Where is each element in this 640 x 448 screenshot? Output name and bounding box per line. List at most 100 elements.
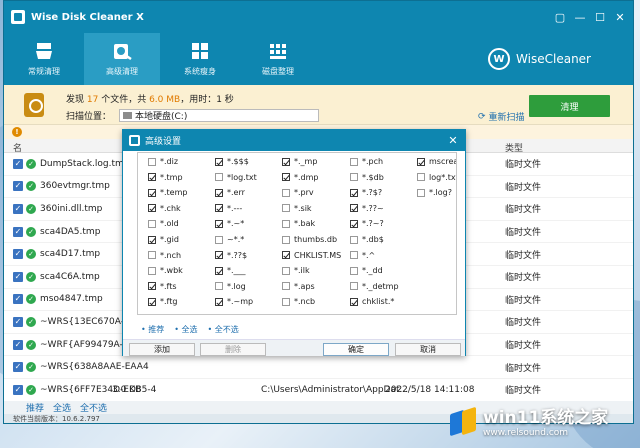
extension-option[interactable]: *.bak <box>282 219 315 228</box>
extension-option[interactable]: *.gid <box>148 235 179 244</box>
extension-checkbox[interactable] <box>282 266 290 275</box>
extension-checkbox[interactable] <box>148 188 156 197</box>
row-checkbox[interactable]: ✓ <box>13 384 23 395</box>
dialog-recommend-link[interactable]: 推荐 <box>141 324 164 335</box>
extension-checkbox[interactable] <box>148 157 156 166</box>
extension-option[interactable]: *.log? <box>417 188 452 197</box>
extension-option[interactable]: *.err <box>215 188 245 197</box>
extension-option[interactable]: *.dmp <box>282 173 319 182</box>
dialog-select-all-link[interactable]: 全选 <box>174 324 198 335</box>
close-icon[interactable]: ✕ <box>613 11 627 24</box>
extension-checkbox[interactable] <box>417 173 425 182</box>
scan-location-select[interactable]: 本地硬盘(C:) <box>119 109 320 122</box>
extension-checkbox[interactable] <box>350 173 358 182</box>
feedback-icon[interactable]: ▢ <box>553 11 567 24</box>
table-row[interactable]: ✓ ✓ ~WRS{638A8AAE-EAA4 临时文件 <box>4 356 633 379</box>
extension-option[interactable]: *.^ <box>350 251 375 260</box>
extension-checkbox[interactable] <box>148 235 156 244</box>
extension-checkbox[interactable] <box>417 157 425 166</box>
extension-checkbox[interactable] <box>148 266 156 275</box>
nav-advanced-clean[interactable]: 高级清理 <box>84 33 160 85</box>
row-checkbox[interactable]: ✓ <box>13 339 23 350</box>
extension-checkbox[interactable] <box>215 282 223 291</box>
row-checkbox[interactable]: ✓ <box>13 226 23 237</box>
extension-option[interactable]: *.prv <box>282 188 314 197</box>
extension-checkbox[interactable] <box>282 282 290 291</box>
extension-checkbox[interactable] <box>215 204 223 213</box>
extension-option[interactable]: *.db$ <box>350 235 384 244</box>
extension-checkbox[interactable] <box>282 157 290 166</box>
extension-option[interactable]: log*.txt <box>417 173 456 182</box>
extension-option[interactable]: thumbs.db <box>282 235 337 244</box>
extension-checkbox[interactable] <box>350 219 358 228</box>
nav-common-clean[interactable]: 常规清理 <box>6 33 82 85</box>
extension-checkbox[interactable] <box>148 204 156 213</box>
nav-system-slim[interactable]: 系统瘦身 <box>162 33 238 85</box>
extension-option[interactable]: *.diz <box>148 157 178 166</box>
extension-option[interactable]: *.~mp <box>215 297 253 306</box>
extension-checkbox[interactable] <box>282 235 290 244</box>
row-checkbox[interactable]: ✓ <box>13 316 23 327</box>
extension-checkbox[interactable] <box>215 297 223 306</box>
extension-checkbox[interactable] <box>148 251 156 260</box>
extension-checkbox[interactable] <box>350 235 358 244</box>
extension-option[interactable]: *._mp <box>282 157 317 166</box>
extension-option[interactable]: *.tmp <box>148 173 183 182</box>
extension-option[interactable]: *.ilk <box>282 266 310 275</box>
extension-checkbox[interactable] <box>350 188 358 197</box>
extension-checkbox[interactable] <box>215 173 223 182</box>
extension-checkbox[interactable] <box>215 188 223 197</box>
extension-checkbox[interactable] <box>282 188 290 197</box>
extension-option[interactable]: *.ncb <box>282 297 315 306</box>
dialog-close-icon[interactable]: ✕ <box>446 134 460 147</box>
extension-checkbox[interactable] <box>282 297 290 306</box>
extension-checkbox[interactable] <box>282 204 290 213</box>
extension-option[interactable]: *.$db <box>350 173 384 182</box>
extension-option[interactable]: ~*.* <box>215 235 244 244</box>
extension-checkbox[interactable] <box>350 282 358 291</box>
extension-option[interactable]: *.log <box>215 282 246 291</box>
extension-checkbox[interactable] <box>282 251 290 260</box>
extension-option[interactable]: *._detmp <box>350 282 399 291</box>
ok-button[interactable]: 确定 <box>323 343 389 356</box>
extension-option[interactable]: chklist.* <box>350 297 394 306</box>
row-checkbox[interactable]: ✓ <box>13 181 23 192</box>
extension-checkbox[interactable] <box>215 235 223 244</box>
extension-checkbox[interactable] <box>148 297 156 306</box>
extension-option[interactable]: *log.txt <box>215 173 257 182</box>
row-checkbox[interactable]: ✓ <box>13 158 23 169</box>
extension-option[interactable]: *.pch <box>350 157 383 166</box>
extension-option[interactable]: *.--- <box>215 204 242 213</box>
extension-checkbox[interactable] <box>215 266 223 275</box>
extension-option[interactable]: *.temp <box>148 188 187 197</box>
extension-checkbox[interactable] <box>350 157 358 166</box>
extension-option[interactable]: *.~* <box>215 219 244 228</box>
extension-option[interactable]: *.aps <box>282 282 315 291</box>
extension-checkbox[interactable] <box>350 204 358 213</box>
row-checkbox[interactable]: ✓ <box>13 249 23 260</box>
row-checkbox[interactable]: ✓ <box>13 294 23 305</box>
extension-option[interactable]: *.ftg <box>148 297 177 306</box>
extension-option[interactable]: *.$$$ <box>215 157 249 166</box>
clean-button[interactable]: 清理 <box>529 95 610 117</box>
extension-checkbox[interactable] <box>148 173 156 182</box>
row-checkbox[interactable]: ✓ <box>13 271 23 282</box>
extension-checkbox[interactable] <box>282 173 290 182</box>
extension-option[interactable]: *.??~ <box>350 204 384 213</box>
extension-checkbox[interactable] <box>148 282 156 291</box>
nav-defrag[interactable]: 磁盘整理 <box>240 33 316 85</box>
select-all-link[interactable]: 全选 <box>53 401 71 414</box>
delete-button[interactable]: 删除 <box>200 343 266 356</box>
extension-option[interactable]: *.?~? <box>350 219 384 228</box>
dialog-select-none-link[interactable]: 全不选 <box>208 324 239 335</box>
table-row[interactable]: ✓ ✓ ~WRS{6FF7E34D-ED85-4 3.0 KB C:\Users\Adm… <box>4 379 633 402</box>
extension-checkbox[interactable] <box>282 219 290 228</box>
extension-option[interactable]: *.sik <box>282 204 312 213</box>
minimize-icon[interactable]: — <box>573 11 587 24</box>
extension-option[interactable]: *.??$ <box>215 251 247 260</box>
extension-checkbox[interactable] <box>148 219 156 228</box>
extension-option[interactable]: CHKLIST.MS <box>282 251 341 260</box>
maximize-icon[interactable]: ☐ <box>593 11 607 24</box>
extension-checkbox[interactable] <box>215 219 223 228</box>
extension-option[interactable]: *.wbk <box>148 266 183 275</box>
